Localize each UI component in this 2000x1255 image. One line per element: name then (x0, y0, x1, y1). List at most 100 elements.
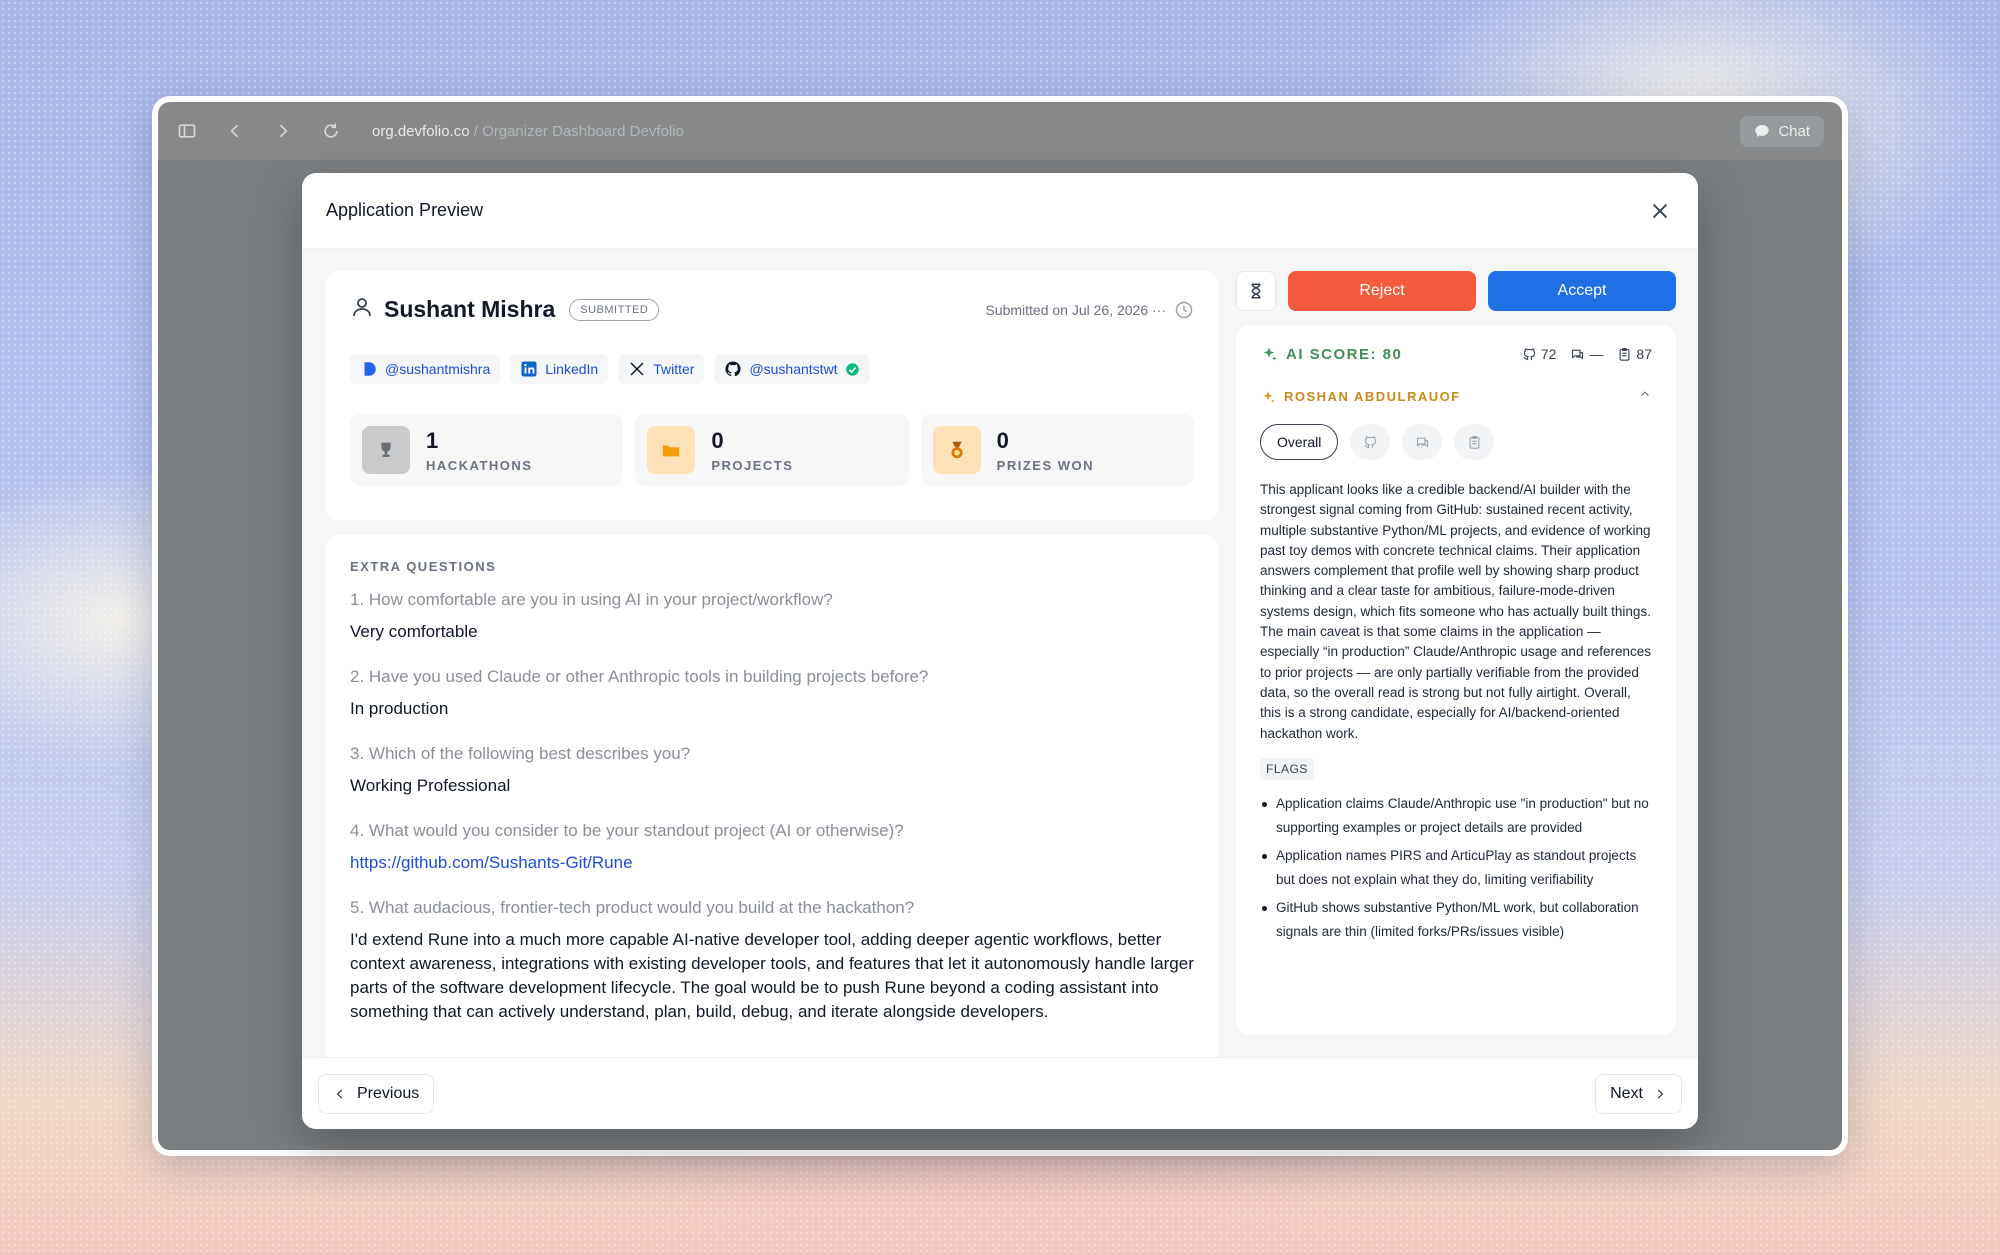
address-bar[interactable]: org.devfolio.co / Organizer Dashboard De… (372, 123, 684, 140)
next-button[interactable]: Next (1595, 1073, 1682, 1114)
review-actions: Reject Accept (1236, 271, 1676, 311)
github-link[interactable]: @sushantstwt (714, 354, 870, 384)
metric-value: 87 (1636, 346, 1652, 362)
ai-score-card[interactable]: AI SCORE: 80 72 — 87 ROSHAN ABDULRAUOF O… (1236, 325, 1676, 1035)
github-icon (1523, 347, 1535, 360)
ai-tabs: Overall (1260, 424, 1652, 460)
chat-score: — (1570, 346, 1603, 362)
question-text: 4. What would you consider to be your st… (350, 821, 904, 840)
link-label: @sushantstwt (749, 361, 838, 377)
profile-card: Sushant Mishra SUBMITTED Submitted on Ju… (326, 271, 1218, 520)
question-text: 5. What audacious, frontier-tech product… (350, 898, 915, 917)
stat-label: PRIZES WON (996, 457, 1094, 473)
next-label: Next (1610, 1084, 1643, 1102)
modal-header: Application Preview (302, 173, 1698, 249)
modal-title: Application Preview (326, 200, 484, 220)
stats-row: 1 HACKATHONS 0 PROJECTS 0 PRIZES WON (350, 414, 1194, 486)
stat-label: PROJECTS (711, 457, 794, 473)
trophy-icon (362, 426, 410, 474)
reload-icon[interactable] (320, 120, 342, 142)
devfolio-icon (364, 362, 376, 376)
link-label: LinkedIn (545, 361, 599, 377)
question-item: 5. What audacious, frontier-tech product… (350, 896, 1194, 1024)
metric-value: 72 (1540, 346, 1557, 362)
chat-icon (1572, 349, 1584, 359)
stat-value: 0 (996, 427, 1009, 453)
forward-icon[interactable] (272, 120, 294, 142)
answer-text: Very comfortable (350, 622, 478, 641)
waitlist-button[interactable] (1236, 271, 1276, 311)
user-icon (350, 295, 374, 324)
stat-hackathons: 1 HACKATHONS (350, 414, 624, 486)
devfolio-link[interactable]: @sushantmishra (350, 354, 501, 384)
section-title: EXTRA QUESTIONS (350, 559, 497, 574)
ai-summary: This applicant looks like a credible bac… (1260, 482, 1651, 741)
url-host: org.devfolio.co (372, 122, 470, 140)
github-icon (725, 361, 741, 377)
medal-icon (932, 426, 981, 474)
submitted-date: Submitted on Jul 26, 2026 ··· (985, 300, 1194, 320)
question-item: 4. What would you consider to be your st… (350, 819, 1194, 875)
stat-projects: 0 PROJECTS (635, 414, 909, 486)
previous-label: Previous (357, 1084, 420, 1102)
hourglass-icon (1251, 283, 1261, 299)
linkedin-link[interactable]: LinkedIn (510, 354, 609, 384)
chat-label: Chat (1778, 122, 1810, 140)
tab-chat[interactable] (1402, 424, 1443, 460)
sparkle-icon (1263, 390, 1275, 403)
stat-label: HACKATHONS (426, 457, 533, 473)
social-links: @sushantmishra LinkedIn Twitter @sushant… (350, 354, 1194, 384)
close-button[interactable] (1646, 197, 1674, 225)
question-text: 1. How comfortable are you in using AI i… (350, 590, 833, 609)
sidebar-toggle-icon[interactable] (176, 120, 198, 142)
linkedin-icon (521, 361, 537, 377)
flag-item: GitHub shows substantive Python/ML work,… (1260, 896, 1652, 944)
answer-text: In production (350, 699, 449, 718)
metric-value: — (1589, 346, 1604, 362)
back-icon[interactable] (224, 120, 246, 142)
url-title: / Organizer Dashboard Devfolio (469, 122, 684, 140)
tab-overall[interactable]: Overall (1260, 424, 1339, 460)
chat-button[interactable]: Chat (1740, 115, 1824, 147)
question-text: 3. Which of the following best describes… (350, 744, 691, 763)
github-icon (1364, 435, 1376, 448)
question-item: 2. Have you used Claude or other Anthrop… (350, 665, 1194, 721)
close-icon (1652, 203, 1668, 218)
browser-toolbar: org.devfolio.co / Organizer Dashboard De… (158, 102, 1842, 160)
folder-icon (647, 426, 696, 474)
clock-icon[interactable] (1174, 300, 1194, 320)
answer-text: I'd extend Rune into a much more capable… (350, 930, 1194, 1021)
stat-prizes: 0 PRIZES WON (920, 414, 1194, 486)
flags-list: Application claims Claude/Anthropic use … (1260, 792, 1652, 944)
chevron-right-icon (1657, 1088, 1664, 1099)
submitted-text: Submitted on Jul 26, 2026 ··· (985, 301, 1166, 318)
reject-button[interactable]: Reject (1288, 271, 1476, 311)
x-icon (630, 362, 644, 376)
reviewer-header[interactable]: ROSHAN ABDULRAUOF (1260, 387, 1652, 406)
stat-value: 1 (426, 427, 439, 453)
chevron-up-icon[interactable] (1638, 387, 1652, 406)
modal-footer: Previous Next (302, 1057, 1698, 1129)
tab-application[interactable] (1454, 424, 1495, 460)
chat-icon (1416, 437, 1428, 447)
chevron-left-icon (336, 1088, 343, 1099)
flag-item: Application names PIRS and ArticuPlay as… (1260, 844, 1652, 892)
twitter-link[interactable]: Twitter (618, 354, 705, 384)
accept-button[interactable]: Accept (1488, 271, 1676, 311)
sparkle-icon (1263, 347, 1277, 361)
flag-item: Application claims Claude/Anthropic use … (1260, 792, 1652, 840)
extra-questions-card[interactable]: EXTRA QUESTIONS 1. How comfortable are y… (326, 535, 1218, 1057)
standout-project-link[interactable]: https://github.com/Sushants-Git/Rune (350, 851, 1194, 875)
ai-metrics: 72 — 87 (1522, 346, 1652, 362)
github-score: 72 (1522, 346, 1557, 362)
previous-button[interactable]: Previous (318, 1073, 435, 1114)
stat-value: 0 (711, 427, 724, 453)
application-score: 87 (1617, 346, 1652, 362)
flags-label: FLAGS (1260, 757, 1314, 780)
link-label: Twitter (653, 361, 695, 377)
tab-github[interactable] (1350, 424, 1391, 460)
answer-text: Working Professional (350, 776, 511, 795)
modal-body[interactable]: Sushant Mishra SUBMITTED Submitted on Ju… (302, 249, 1698, 1057)
chat-bubble-icon (1755, 125, 1769, 137)
clipboard-icon (1619, 347, 1630, 361)
